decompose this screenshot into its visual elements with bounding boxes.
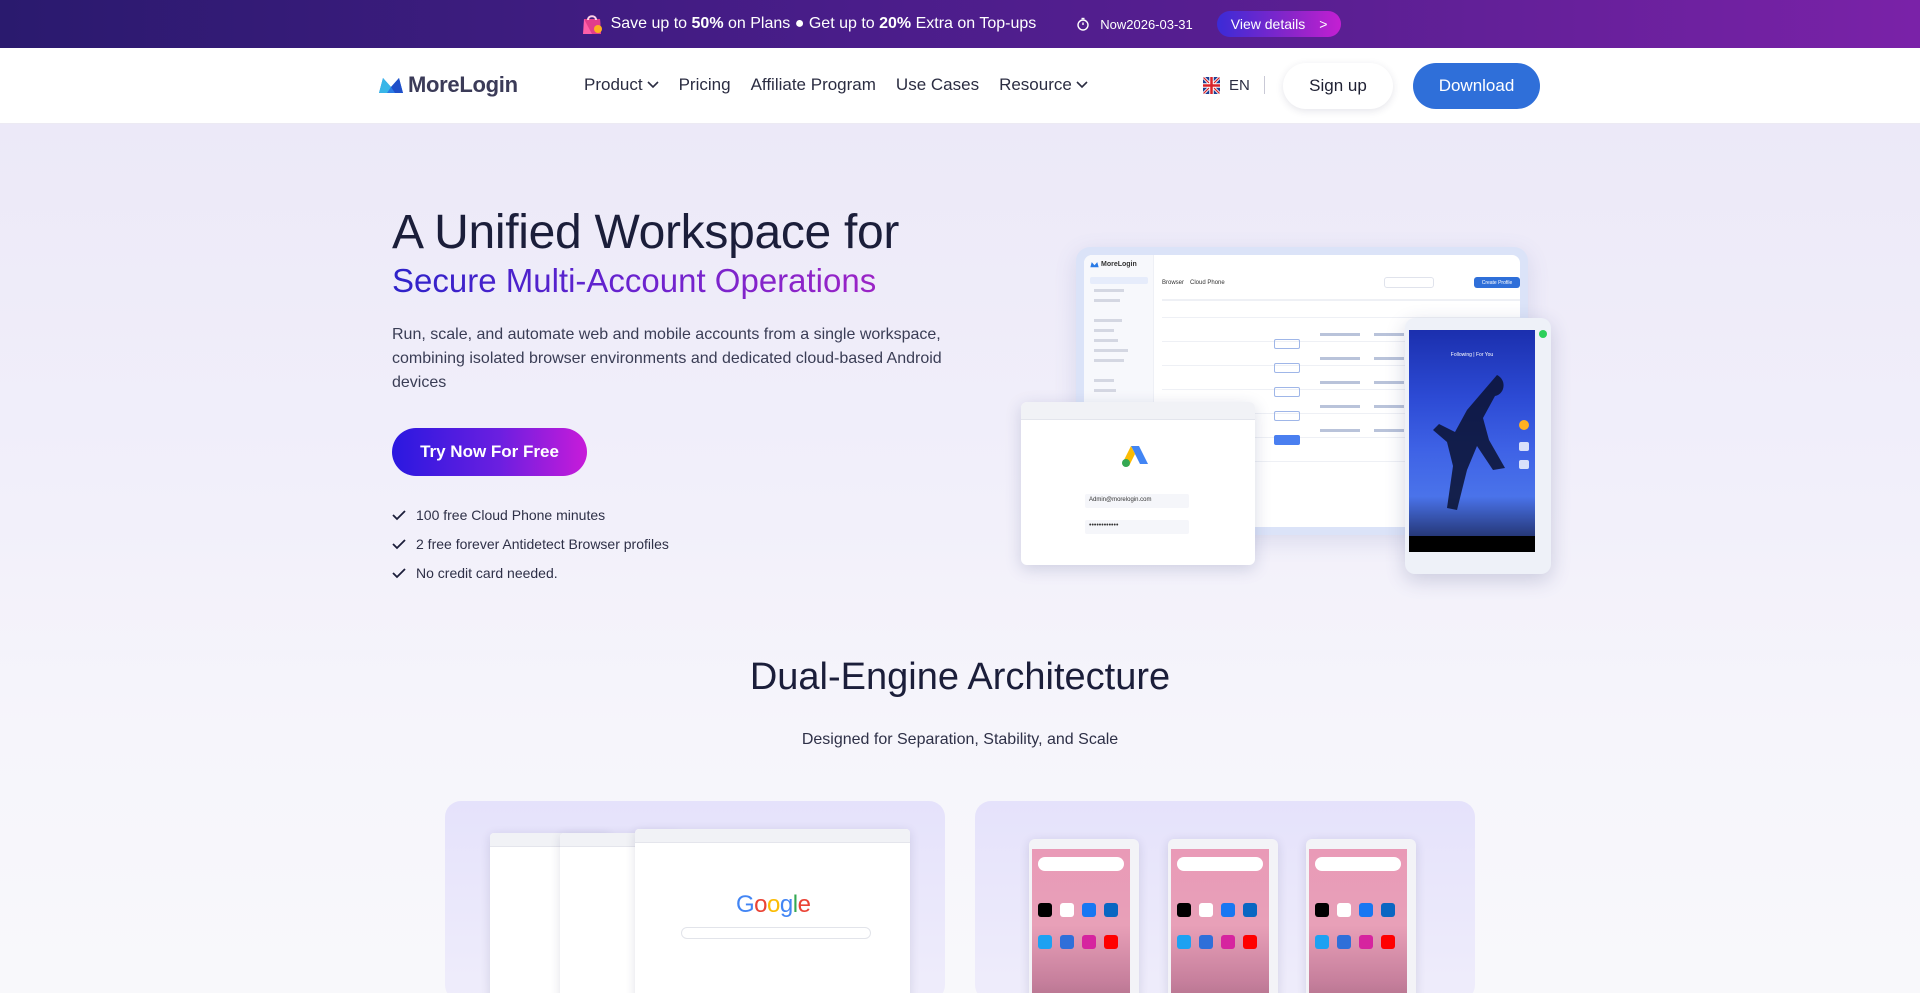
checkmark-icon xyxy=(392,509,406,520)
view-details-button[interactable]: View details > xyxy=(1216,11,1342,37)
browser-engine-card: Google xyxy=(445,801,945,993)
nav-product[interactable]: Product xyxy=(584,75,659,95)
checkmark-icon xyxy=(392,538,406,549)
mockup-tab-cloud-phone: Cloud Phone xyxy=(1190,280,1225,286)
cloud-phone-2 xyxy=(1168,839,1278,993)
cloud-phone-1 xyxy=(1029,839,1139,993)
promo-text: Save up to 50% on Plans ● Get up to 20% … xyxy=(610,15,1037,32)
mockup-email-field: Admin@morelogin.com xyxy=(1085,494,1189,508)
nav-resource[interactable]: Resource xyxy=(999,75,1088,95)
hero-title: A Unified Workspace for xyxy=(392,206,900,259)
section-title: Dual-Engine Architecture xyxy=(749,656,1171,698)
try-now-button[interactable]: Try Now For Free xyxy=(392,428,587,476)
mockup-password-field: •••••••••••• xyxy=(1085,520,1189,534)
chevron-right-icon: > xyxy=(1319,16,1328,32)
logo-mark-icon xyxy=(1090,262,1099,268)
logo-mark-icon xyxy=(379,78,403,93)
section-subtitle: Designed for Separation, Stability, and … xyxy=(801,731,1119,748)
benefit-item: No credit card needed. xyxy=(392,558,669,587)
mockup-create-profile-button: Create Profile xyxy=(1474,277,1520,288)
main-menu: Product Pricing Affiliate Program Use Ca… xyxy=(584,75,1108,95)
uk-flag-icon xyxy=(1203,76,1220,94)
logo-text: MoreLogin xyxy=(408,72,518,97)
hero-section xyxy=(0,124,1920,993)
nav-affiliate-program[interactable]: Affiliate Program xyxy=(751,75,876,95)
browser-window-front: Google xyxy=(635,829,910,993)
lang-divider xyxy=(1263,76,1265,94)
top-navigation: MoreLogin Product Pricing Affiliate Prog… xyxy=(0,48,1920,124)
benefit-item: 100 free Cloud Phone minutes xyxy=(392,500,669,529)
mockup-phone-feed-tabs: Following | For You xyxy=(1450,352,1494,358)
nav-pricing[interactable]: Pricing xyxy=(679,75,731,95)
nav-use-cases[interactable]: Use Cases xyxy=(896,75,979,95)
cloud-phone-engine-card xyxy=(975,801,1475,993)
cloud-phone-3 xyxy=(1306,839,1416,993)
chevron-down-icon xyxy=(647,81,659,89)
dancer-silhouette xyxy=(1433,375,1505,510)
chevron-down-icon xyxy=(1076,81,1088,89)
benefit-item: 2 free forever Antidetect Browser profil… xyxy=(392,529,669,558)
download-button[interactable]: Download xyxy=(1413,63,1540,109)
checkmark-icon xyxy=(392,567,406,578)
promo-timer: Now2026-03-31 xyxy=(1076,17,1193,32)
hero-description: Run, scale, and automate web and mobile … xyxy=(392,326,942,391)
stopwatch-icon xyxy=(1077,17,1089,31)
hero-title-accent: Secure Multi-Account Operations xyxy=(392,262,877,299)
mockup-tab-browser: Browser xyxy=(1162,280,1185,286)
cloud-phone-mockup: Following | For You xyxy=(1405,318,1551,574)
language-selector[interactable]: EN xyxy=(1203,76,1265,94)
morelogin-logo[interactable]: MoreLogin xyxy=(378,72,518,98)
shopping-bag-icon xyxy=(579,11,605,37)
hero-benefits: 100 free Cloud Phone minutes 2 free fore… xyxy=(392,500,669,587)
login-window-mockup: Admin@morelogin.com •••••••••••• xyxy=(1021,402,1255,565)
google-logo: Google xyxy=(736,891,811,918)
promo-bar: Save up to 50% on Plans ● Get up to 20% … xyxy=(0,0,1920,48)
google-ads-icon xyxy=(1122,446,1148,467)
sign-up-button[interactable]: Sign up xyxy=(1283,63,1393,109)
